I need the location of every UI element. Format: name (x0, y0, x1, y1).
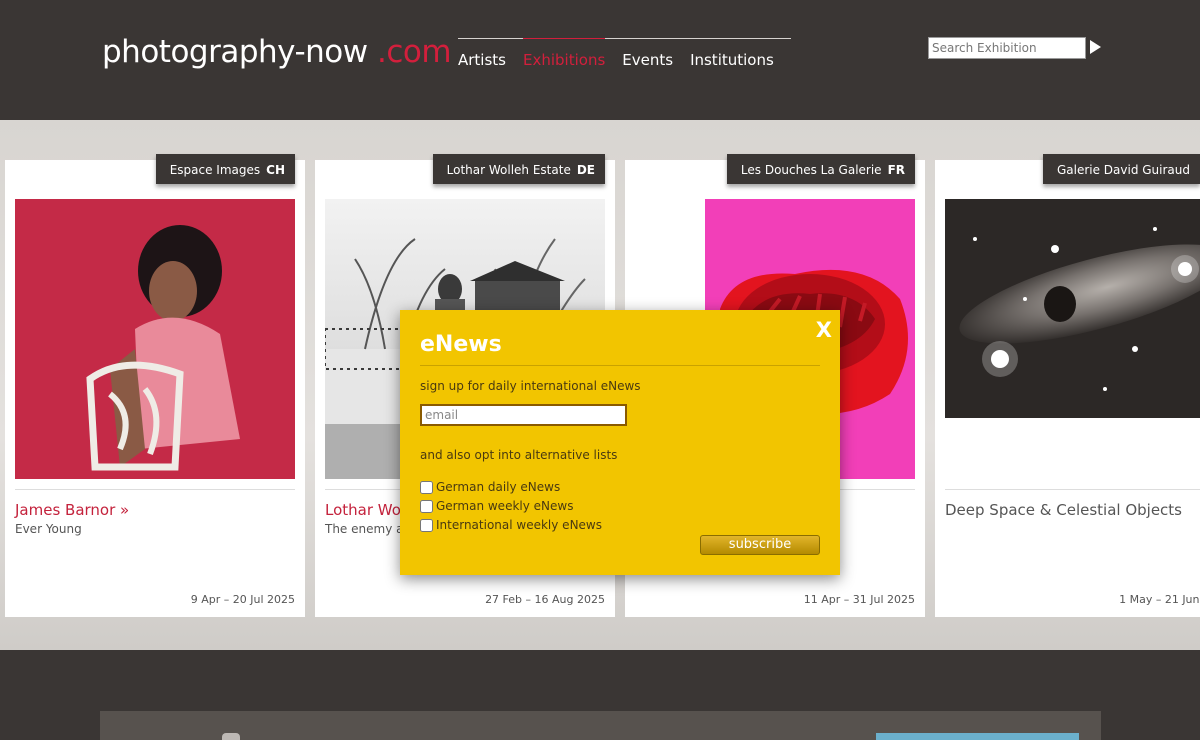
checkbox-german-weekly[interactable] (420, 499, 433, 513)
exhibition-dates: 27 Feb – 16 Aug 2025 (485, 593, 605, 606)
option-label: German daily eNews (436, 480, 561, 494)
venue-name: Les Douches La Galerie (740, 163, 882, 177)
exhibition-dates: 1 May – 21 Jun 2 (1119, 593, 1200, 606)
modal-title: eNews (420, 332, 502, 357)
site-header: photography-now .com Artists Exhibitions… (0, 0, 1200, 112)
option-german-daily[interactable]: German daily eNews (420, 480, 560, 494)
option-label: International weekly eNews (436, 518, 602, 532)
exhibition-title[interactable]: Deep Space & Celestial Objects (945, 501, 1182, 519)
card-divider (15, 489, 295, 490)
venue-tag[interactable]: Les Douches La Galerie FR (726, 154, 915, 184)
alt-lists-text: and also opt into alternative lists (420, 448, 618, 462)
search-exhibition-input[interactable] (928, 37, 1086, 59)
subscribe-button[interactable]: subscribe (700, 535, 820, 555)
search-submit-icon[interactable] (1090, 40, 1101, 54)
enews-modal: X eNews sign up for daily international … (400, 310, 840, 575)
main-nav: Artists Exhibitions Events Institutions (458, 38, 791, 69)
artist-link[interactable]: James Barnor » (15, 501, 129, 519)
exhibition-card[interactable]: Galerie David Guiraud Deep Space & Celes… (935, 154, 1200, 617)
logo-tld: .com (376, 34, 452, 70)
nav-artists[interactable]: Artists (458, 39, 506, 69)
venue-country: CH (266, 163, 285, 177)
exhibition-dates: 11 Apr – 31 Jul 2025 (803, 593, 915, 606)
exhibition-title: The enemy a (325, 522, 404, 536)
venue-country: DE (576, 163, 595, 177)
exhibition-dates: 9 Apr – 20 Jul 2025 (190, 593, 295, 606)
site-logo[interactable]: photography-now .com (102, 34, 452, 70)
option-label: German weekly eNews (436, 499, 574, 513)
venue-name: Galerie David Guiraud (1056, 163, 1190, 177)
artist-link[interactable]: Lothar Wol (325, 501, 405, 519)
exhibition-card[interactable]: Espace Images CH James Barnor » Ever Youn… (5, 154, 305, 617)
checkbox-international-weekly[interactable] (420, 518, 433, 532)
venue-name: Lothar Wolleh Estate (446, 163, 571, 177)
venue-tag[interactable]: Galerie David Guiraud (1042, 154, 1200, 184)
close-icon[interactable]: X (816, 318, 832, 342)
logo-main: photography-now (102, 34, 368, 70)
nav-institutions[interactable]: Institutions (690, 39, 774, 69)
card-divider (945, 489, 1200, 490)
nav-exhibitions[interactable]: Exhibitions (523, 38, 606, 69)
nav-events[interactable]: Events (622, 39, 673, 69)
venue-tag[interactable]: Espace Images CH (155, 154, 295, 184)
modal-lead-text: sign up for daily international eNews (420, 379, 641, 393)
venue-name: Espace Images (169, 163, 261, 177)
option-international-weekly[interactable]: International weekly eNews (420, 518, 602, 532)
footer-button[interactable] (876, 733, 1079, 740)
exhibition-title: Ever Young (15, 522, 82, 536)
checkbox-german-daily[interactable] (420, 480, 433, 494)
exhibition-photo[interactable] (15, 199, 295, 479)
footer-toggle[interactable] (222, 733, 240, 740)
email-field[interactable] (420, 404, 627, 426)
modal-divider (420, 365, 820, 366)
exhibition-photo[interactable] (945, 199, 1200, 418)
venue-tag[interactable]: Lothar Wolleh Estate DE (432, 154, 605, 184)
venue-country: FR (887, 163, 905, 177)
option-german-weekly[interactable]: German weekly eNews (420, 499, 573, 513)
